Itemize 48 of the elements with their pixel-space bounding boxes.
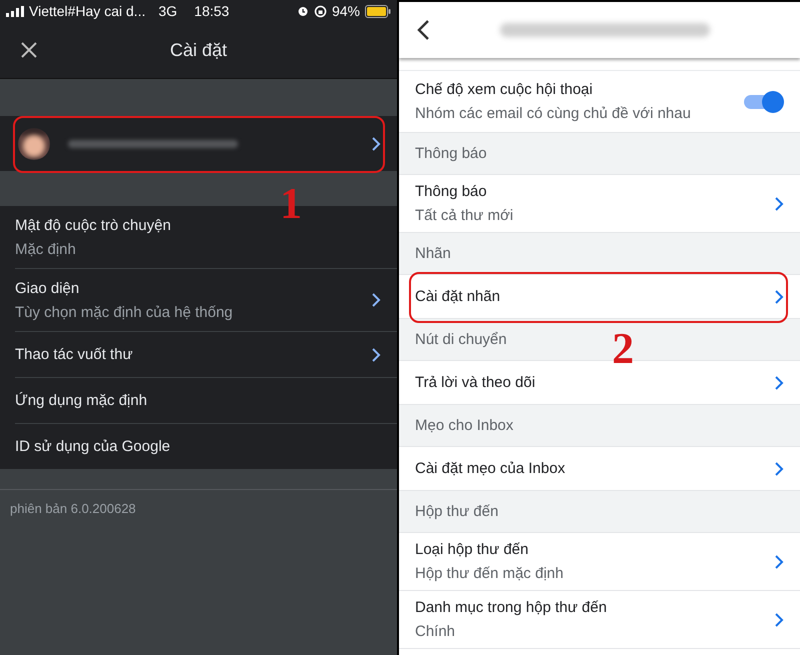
settings-item[interactable]: Thao tác vuốt thư xyxy=(15,332,397,378)
item-title: Cài đặt nhãn xyxy=(415,288,502,305)
version-text: phiên bản 6.0.200628 xyxy=(10,501,136,516)
chevron-right-icon xyxy=(774,196,784,212)
item-subtitle: Tùy chọn mặc định của hệ thống xyxy=(15,304,234,320)
settings-item[interactable]: ID sử dụng của Google xyxy=(15,424,397,469)
chevron-right-icon xyxy=(774,612,784,628)
carrier-name: Viettel#Hay cai d... xyxy=(29,3,146,19)
chevron-right-icon xyxy=(371,136,381,152)
item-title: Thông báo xyxy=(415,183,488,200)
item-title: Ứng dụng mặc định xyxy=(15,392,148,409)
item-title: Mật độ cuộc trò chuyện xyxy=(15,216,172,234)
signal-icon xyxy=(6,6,24,16)
item-title: ID sử dụng của Google xyxy=(15,438,172,455)
item-subtitle: Hộp thư đến mặc định xyxy=(415,565,564,582)
settings-item[interactable]: Giao diện Tùy chọn mặc định của hệ thống xyxy=(15,269,397,332)
item-title: Chế độ xem cuộc hội thoại xyxy=(415,81,594,98)
chevron-right-icon xyxy=(774,554,784,570)
alarm-icon xyxy=(296,5,309,17)
item-title: Loại hộp thư đến xyxy=(415,541,530,558)
settings-item[interactable]: Loại hộp thư đến Hộp thư đến mặc định xyxy=(399,533,800,591)
item-title: Thao tác vuốt thư xyxy=(15,346,134,363)
item-title: Trả lời và theo dõi xyxy=(415,374,536,391)
status-time: 18:53 xyxy=(194,3,230,19)
chevron-right-icon xyxy=(774,460,784,476)
settings-item[interactable]: Danh mục trong hộp thư đến Chính xyxy=(399,591,800,649)
settings-item[interactable]: Ứng dụng mặc định xyxy=(15,378,397,424)
section-title: Hộp thư đến xyxy=(415,503,498,520)
section-title: Thông báo xyxy=(415,145,487,162)
back-icon[interactable] xyxy=(416,19,430,41)
item-subtitle: Tất cả thư mới xyxy=(415,207,514,224)
battery-icon xyxy=(365,4,391,18)
item-subtitle: Nhóm các email có cùng chủ đề với nhau xyxy=(415,105,692,122)
rotation-lock-icon xyxy=(314,4,327,18)
chevron-right-icon xyxy=(774,288,784,304)
network-type: 3G xyxy=(158,3,178,19)
item-title: Danh mục trong hộp thư đến xyxy=(415,599,608,616)
screen-title: Cài đặt xyxy=(170,40,228,60)
section-title: Nút di chuyển xyxy=(415,331,507,348)
chevron-right-icon xyxy=(774,374,784,390)
item-subtitle: Chính xyxy=(415,623,456,640)
item-title: Giao diện xyxy=(15,280,80,296)
section-title: Nhãn xyxy=(415,245,451,262)
item-title: Cài đặt mẹo của Inbox xyxy=(415,460,566,477)
item-subtitle: Mặc định xyxy=(15,240,77,258)
close-icon[interactable] xyxy=(21,42,37,58)
battery-percent: 94% xyxy=(332,3,360,19)
section-title: Mẹo cho Inbox xyxy=(415,417,514,434)
